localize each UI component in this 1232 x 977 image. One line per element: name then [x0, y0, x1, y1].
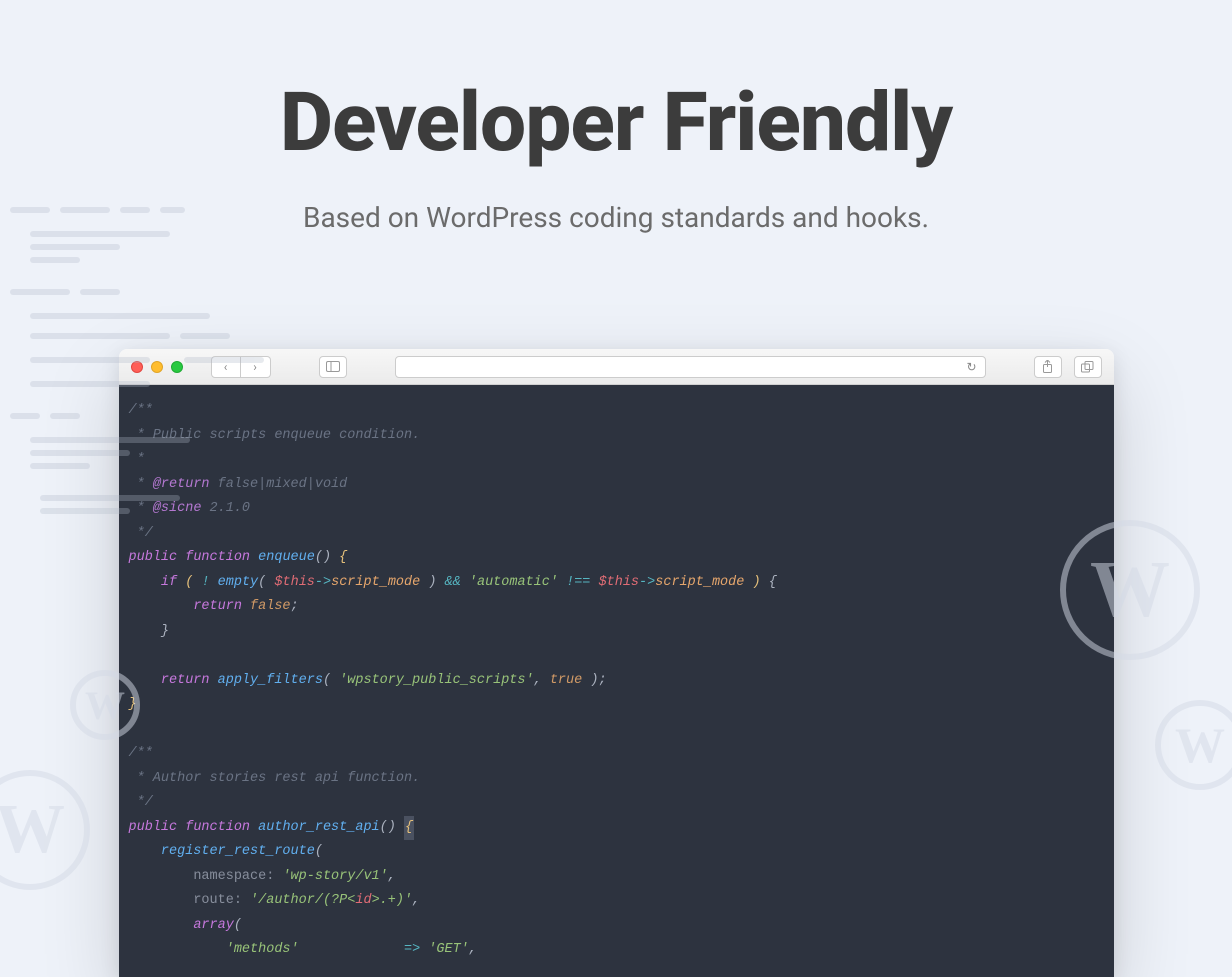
- code-comment: */: [129, 795, 153, 810]
- code-punct: ,: [388, 869, 396, 884]
- code-punct: ,: [412, 893, 420, 908]
- code-bool: false: [250, 599, 291, 614]
- code-keyword: function: [185, 550, 250, 565]
- code-keyword: if: [161, 575, 177, 590]
- code-comment: /**: [129, 746, 153, 761]
- wordpress-logo-bg: [1155, 700, 1232, 790]
- code-punct: (: [323, 673, 331, 688]
- code-label: route:: [193, 893, 242, 908]
- code-function: register_rest_route: [161, 844, 315, 859]
- code-function: apply_filters: [218, 673, 323, 688]
- code-function: enqueue: [258, 550, 315, 565]
- code-operator: ->: [315, 575, 331, 590]
- share-button[interactable]: [1034, 356, 1062, 378]
- code-cursor: {: [404, 816, 414, 841]
- code-regex: id: [355, 893, 371, 908]
- code-function: empty: [218, 575, 259, 590]
- code-function: author_rest_api: [258, 820, 380, 835]
- sidebar-toggle-button[interactable]: [319, 356, 347, 378]
- code-property: script_mode: [655, 575, 744, 590]
- code-punct: ;: [291, 599, 299, 614]
- code-string: 'wp-story/v1': [282, 869, 387, 884]
- code-label: namespace:: [193, 869, 274, 884]
- code-punct: (: [258, 575, 266, 590]
- code-punct: (: [315, 844, 323, 859]
- code-keyword: return: [161, 673, 210, 688]
- code-brace: {: [339, 550, 347, 565]
- code-punct: (): [315, 550, 331, 565]
- wordpress-logo-bg: [1060, 520, 1200, 660]
- code-comment: */: [129, 526, 153, 541]
- code-comment: * Author stories rest api function.: [129, 771, 421, 786]
- wordpress-logo-bg: [0, 770, 90, 890]
- code-string: 'automatic': [469, 575, 558, 590]
- wordpress-logo-bg: [70, 670, 140, 740]
- code-brace: (: [185, 575, 193, 590]
- code-operator: !==: [566, 575, 590, 590]
- hero-section: Developer Friendly Based on WordPress co…: [0, 0, 1232, 234]
- code-brace: }: [161, 624, 169, 639]
- code-string: 'wpstory_public_scripts': [339, 673, 533, 688]
- code-keyword: array: [193, 918, 234, 933]
- code-property: script_mode: [331, 575, 420, 590]
- code-sketch-bg: [10, 200, 310, 521]
- code-keyword: public: [129, 550, 178, 565]
- code-operator: !: [201, 575, 209, 590]
- code-punct: (: [234, 918, 242, 933]
- code-variable: $this: [274, 575, 315, 590]
- code-string: >.+)': [372, 893, 413, 908]
- code-variable: $this: [599, 575, 640, 590]
- code-punct: );: [590, 673, 606, 688]
- code-operator: ->: [639, 575, 655, 590]
- code-string: '/author/(?P<: [250, 893, 355, 908]
- reload-icon[interactable]: ↻: [966, 360, 976, 374]
- code-keyword: function: [185, 820, 250, 835]
- code-punct: ,: [534, 673, 542, 688]
- tabs-button[interactable]: [1074, 356, 1102, 378]
- code-punct: (): [380, 820, 396, 835]
- code-punct: ): [428, 575, 436, 590]
- address-bar[interactable]: ↻: [395, 356, 986, 378]
- code-keyword: public: [129, 820, 178, 835]
- code-brace: ): [752, 575, 760, 590]
- code-brace: {: [769, 575, 777, 590]
- code-operator: &&: [445, 575, 461, 590]
- code-bool: true: [550, 673, 582, 688]
- hero-title: Developer Friendly: [0, 75, 1232, 171]
- code-keyword: return: [193, 599, 242, 614]
